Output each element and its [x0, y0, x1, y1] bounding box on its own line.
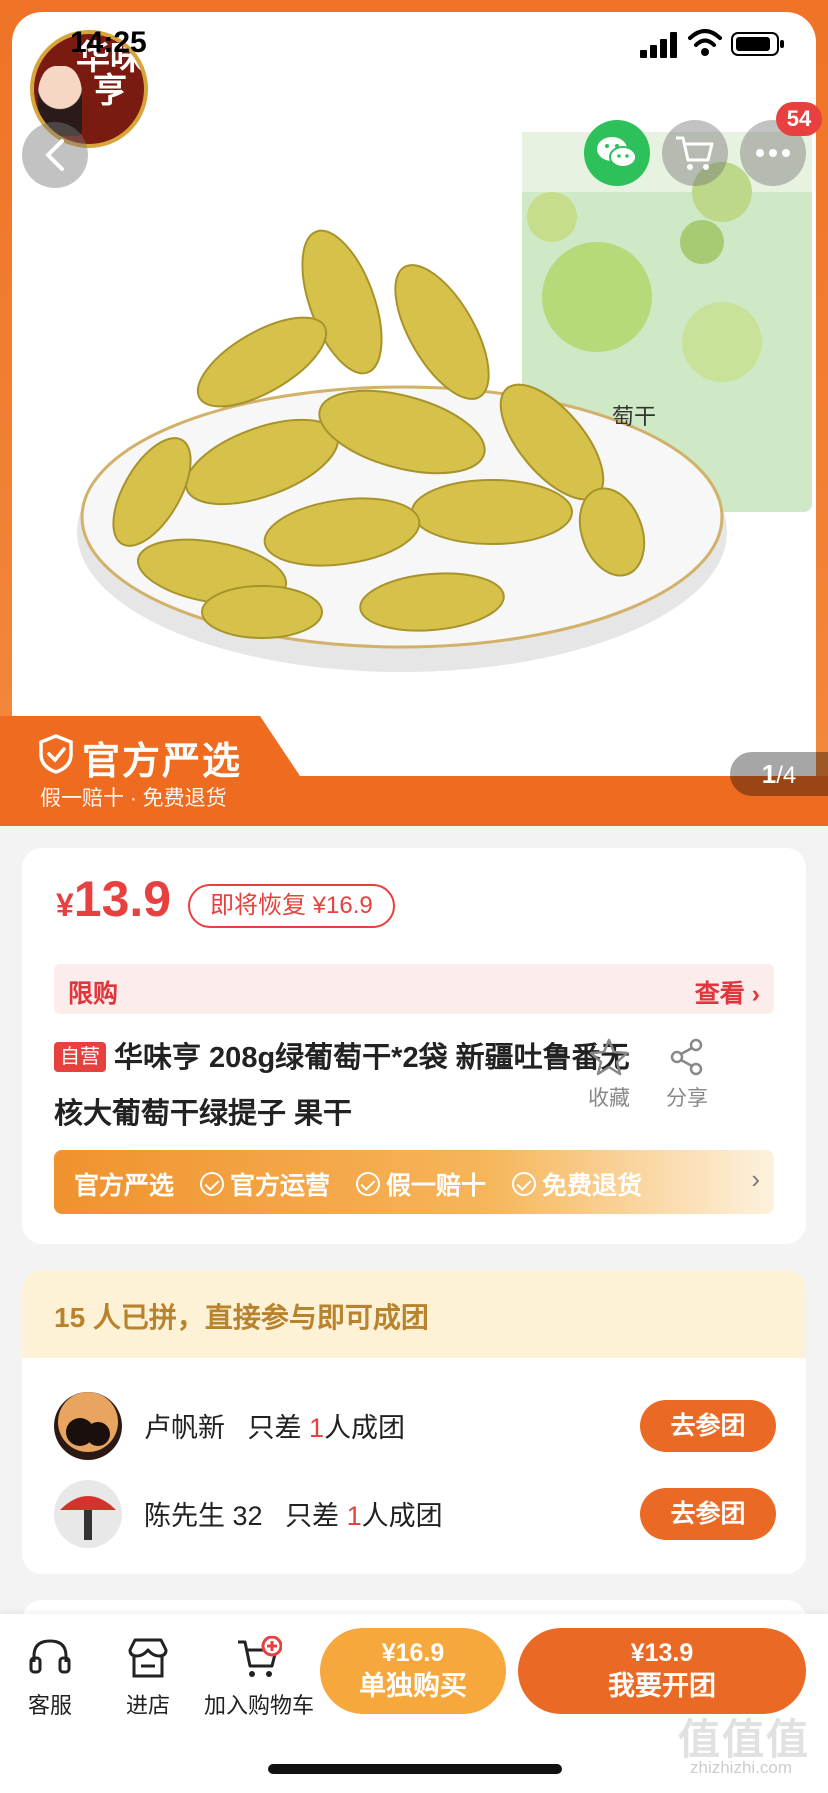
purchase-limit-bar[interactable]: 限购 查看 ›: [54, 964, 774, 1014]
price-card: ¥13.9 即将恢复 ¥16.9 限购 查看 › 自营 华味亨 208g绿葡萄干*…: [22, 848, 806, 1244]
official-promo-bar[interactable]: 官方严选 官方运营 假一赔十 免费退货 ›: [54, 1150, 774, 1214]
check-icon: [512, 1172, 537, 1196]
group-buy-header: 15 人已拼，直接参与即可成团: [22, 1270, 806, 1358]
solo-price: ¥16.9: [381, 1639, 445, 1667]
status-time: 14:25: [70, 26, 147, 59]
cart-button[interactable]: [662, 120, 728, 186]
cart-count-badge: 54: [776, 102, 822, 136]
share-label: 分享: [666, 1087, 708, 1110]
wechat-icon: [597, 137, 637, 168]
store-tab[interactable]: 进店: [120, 1636, 176, 1720]
group-buy-card: 15 人已拼，直接参与即可成团 卢帆新 只差 1人成团 去参团 陈先生 32 只…: [22, 1270, 806, 1574]
back-button[interactable]: [22, 122, 88, 188]
add-to-cart-label: 加入购物车: [203, 1693, 314, 1718]
watermark-url: zhizhizhi.com: [690, 1758, 793, 1777]
price-restore-tag: 即将恢复 ¥16.9: [188, 884, 395, 928]
more-icon: [756, 149, 790, 157]
hero-section: 萄干 14:25 华味亨 54 官方严选 假一赔十 · 免费退货 1/4: [0, 0, 828, 826]
customer-service-label: 客服: [27, 1693, 72, 1718]
signal-icon: [640, 32, 677, 58]
star-icon: [589, 1038, 629, 1076]
solo-label: 单独购买: [359, 1671, 467, 1701]
promo-brand: 官方严选: [74, 1172, 175, 1200]
product-title: 自营 华味亨 208g绿葡萄干*2袋 新疆吐鲁番无核大葡萄干绿提子 果干: [54, 1030, 644, 1142]
battery-icon: [731, 32, 784, 56]
home-indicator[interactable]: [268, 1764, 562, 1774]
wechat-share-button[interactable]: [584, 120, 650, 186]
store-icon: [128, 1638, 168, 1678]
join-group-button[interactable]: 去参团: [640, 1488, 776, 1540]
share-button[interactable]: 分享: [652, 1038, 722, 1112]
buy-solo-button[interactable]: ¥16.9 单独购买: [320, 1628, 506, 1714]
favorite-label: 收藏: [588, 1087, 630, 1110]
group-label: 我要开团: [608, 1671, 716, 1701]
group-row: 陈先生 32 只差 1人成团 去参团: [22, 1468, 806, 1556]
group-row: 卢帆新 只差 1人成团 去参团: [22, 1380, 806, 1468]
store-label: 进店: [125, 1693, 170, 1718]
self-operated-tag: 自营: [54, 1042, 106, 1072]
wifi-icon: [688, 29, 722, 56]
share-icon: [670, 1038, 703, 1076]
favorite-button[interactable]: 收藏: [574, 1038, 644, 1112]
price-value: 13.9: [73, 871, 172, 927]
check-icon: [200, 1172, 225, 1196]
group-member-status: 陈先生 32 只差 1人成团: [144, 1501, 443, 1531]
start-group-button[interactable]: ¥13.9 我要开团: [518, 1628, 806, 1714]
pager-current: 1: [761, 759, 777, 789]
group-buy-header-text: 15 人已拼，直接参与即可成团: [54, 1302, 429, 1333]
limit-view-link[interactable]: 查看 ›: [695, 974, 760, 1010]
add-to-cart-tab[interactable]: 加入购物车: [200, 1636, 318, 1720]
promo-item-free-return: 免费退货: [512, 1166, 642, 1202]
image-pager: 1/4: [730, 752, 828, 796]
customer-service-tab[interactable]: 客服: [22, 1636, 78, 1720]
avatar: [54, 1392, 122, 1460]
cart-icon: [676, 136, 714, 170]
back-icon: [45, 139, 64, 171]
promo-item-guarantee: 假一赔十: [356, 1166, 486, 1202]
promo-item-official: 官方运营: [200, 1166, 330, 1202]
group-price: ¥13.9: [630, 1639, 694, 1667]
add-cart-icon: [238, 1636, 282, 1677]
pager-total: /4: [776, 762, 797, 789]
price: ¥13.9: [56, 870, 171, 928]
package-text: 萄干: [612, 404, 656, 429]
banner-title: 官方严选: [82, 741, 243, 783]
check-icon: [356, 1172, 381, 1196]
join-group-button[interactable]: 去参团: [640, 1400, 776, 1452]
status-bar: 14:25: [0, 0, 828, 80]
shield-icon: [39, 734, 73, 774]
banner-subtitle: 假一赔十 · 免费退货: [40, 787, 227, 810]
product-title-text: 华味亨 208g绿葡萄干*2袋 新疆吐鲁番无核大葡萄干绿提子 果干: [54, 1042, 630, 1130]
chevron-right-icon: ›: [751, 1164, 760, 1194]
group-member-status: 卢帆新 只差 1人成团: [144, 1413, 406, 1443]
avatar: [54, 1480, 122, 1548]
headset-icon: [29, 1639, 71, 1674]
price-currency: ¥: [56, 887, 74, 923]
limit-label: 限购: [68, 980, 119, 1008]
